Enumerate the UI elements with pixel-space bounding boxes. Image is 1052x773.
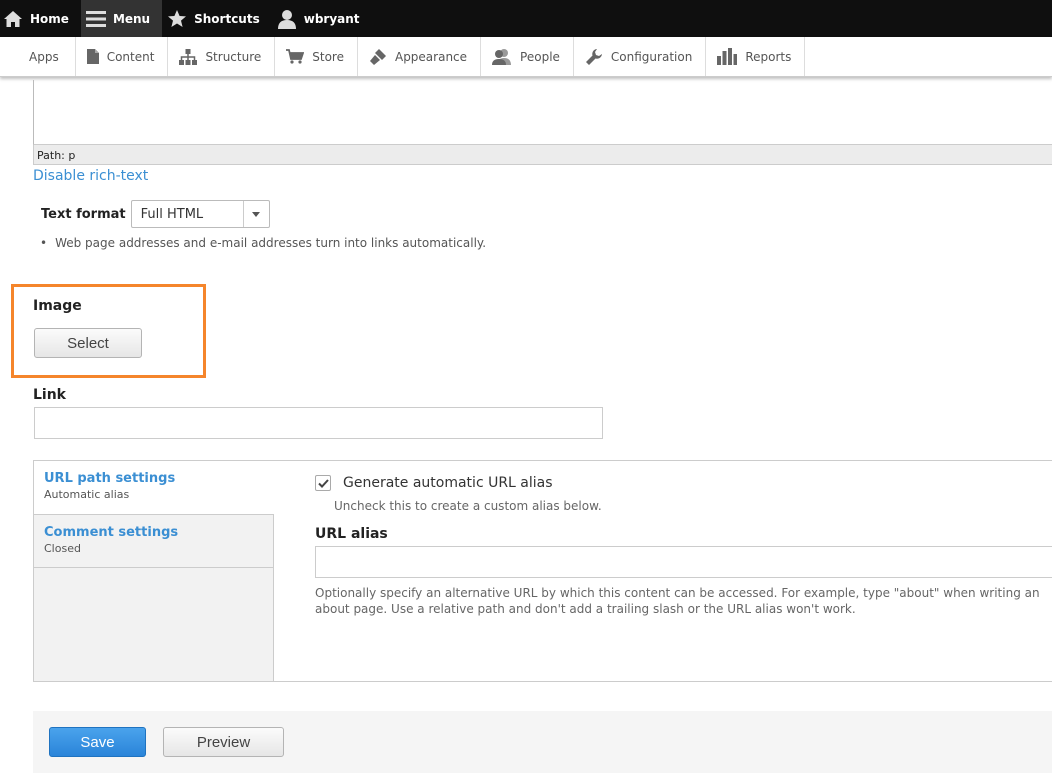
tab-title: URL path settings bbox=[44, 471, 176, 486]
toolbar-shortcuts-label: Shortcuts bbox=[194, 11, 260, 26]
toolbar-home-label: Home bbox=[30, 11, 69, 26]
tray-item-label: Content bbox=[106, 49, 155, 64]
tray-item-appearance[interactable]: Appearance bbox=[358, 37, 482, 76]
toolbar-menu[interactable]: Menu bbox=[80, 0, 163, 37]
tray-item-store[interactable]: Store bbox=[275, 37, 358, 76]
tray-item-content[interactable]: Content bbox=[76, 37, 169, 76]
tray-item-label: Reports bbox=[745, 49, 792, 64]
tab-summary: Automatic alias bbox=[44, 488, 130, 501]
tray-item-configuration[interactable]: Configuration bbox=[574, 37, 707, 76]
url-alias-description: Optionally specify an alternative URL by… bbox=[315, 586, 1040, 616]
save-button[interactable]: Save bbox=[49, 727, 146, 757]
tab-title: Comment settings bbox=[44, 525, 179, 540]
tray-item-apps[interactable]: Apps bbox=[0, 37, 76, 76]
url-path-settings-pane: Generate automatic URL alias Uncheck thi… bbox=[315, 475, 1052, 617]
chevron-down-icon bbox=[242, 201, 269, 227]
editor-path-bar: Path: p bbox=[33, 145, 1052, 165]
structure-icon bbox=[179, 48, 198, 65]
tab-comment-settings[interactable]: Comment settings Closed bbox=[34, 515, 273, 568]
text-format-value: Full HTML bbox=[140, 207, 204, 222]
text-format-row: Text format Full HTML bbox=[41, 200, 270, 228]
toolbar-user[interactable]: wbryant bbox=[272, 0, 372, 37]
tab-url-path-settings[interactable]: URL path settings Automatic alias bbox=[34, 461, 274, 515]
vertical-tab-list: URL path settings Automatic alias Commen… bbox=[34, 461, 274, 681]
user-icon bbox=[276, 8, 298, 30]
toolbar-user-label: wbryant bbox=[303, 11, 360, 26]
vertical-tabs: URL path settings Automatic alias Commen… bbox=[33, 460, 1052, 682]
document-icon bbox=[86, 49, 99, 64]
toolbar-shortcuts[interactable]: Shortcuts bbox=[162, 0, 272, 37]
tray-item-label: Structure bbox=[205, 49, 262, 64]
image-select-button[interactable]: Select bbox=[34, 328, 142, 358]
tray-item-label: Store bbox=[312, 49, 344, 64]
generate-alias-description: Uncheck this to create a custom alias be… bbox=[334, 499, 602, 513]
generate-alias-row: Generate automatic URL alias bbox=[315, 475, 1052, 491]
bar-chart-icon bbox=[717, 48, 738, 65]
paintbrush-icon bbox=[369, 48, 387, 66]
home-icon bbox=[2, 8, 24, 30]
generate-alias-checkbox[interactable] bbox=[315, 475, 331, 491]
star-icon bbox=[166, 8, 188, 30]
tray-item-label: People bbox=[520, 49, 560, 64]
link-input[interactable] bbox=[34, 407, 603, 439]
admin-tray: Apps Content Structure Store Appearance … bbox=[0, 37, 1052, 77]
tray-item-label: Apps bbox=[29, 49, 59, 64]
hamburger-icon bbox=[85, 8, 107, 30]
link-field-label: Link bbox=[33, 387, 66, 403]
cart-icon bbox=[286, 49, 305, 64]
text-format-tip: Web page addresses and e-mail addresses … bbox=[40, 236, 486, 250]
toolbar-home[interactable]: Home bbox=[0, 0, 81, 37]
url-alias-input[interactable] bbox=[315, 546, 1052, 578]
tray-item-label: Configuration bbox=[610, 49, 693, 64]
checkmark-icon bbox=[317, 478, 329, 488]
tray-item-people[interactable]: People bbox=[481, 37, 574, 76]
text-format-label: Text format bbox=[41, 206, 126, 222]
people-icon bbox=[492, 48, 512, 65]
preview-button[interactable]: Preview bbox=[163, 727, 284, 757]
url-alias-label: URL alias bbox=[315, 526, 388, 542]
disable-rich-text-link[interactable]: Disable rich-text bbox=[33, 168, 148, 184]
text-format-select[interactable]: Full HTML bbox=[130, 200, 270, 228]
form-actions: Save Preview bbox=[33, 711, 1052, 773]
tray-item-structure[interactable]: Structure bbox=[168, 37, 276, 76]
tab-summary: Closed bbox=[44, 542, 81, 555]
wrench-icon bbox=[585, 48, 603, 66]
image-field-label: Image bbox=[33, 298, 82, 314]
tray-item-label: Appearance bbox=[394, 49, 468, 64]
tray-item-reports[interactable]: Reports bbox=[706, 37, 806, 76]
toolbar-menu-label: Menu bbox=[112, 11, 151, 26]
rich-text-editor-body[interactable] bbox=[33, 80, 1052, 145]
admin-toolbar: Home Menu Shortcuts wbryant bbox=[0, 0, 1052, 37]
generate-alias-label[interactable]: Generate automatic URL alias bbox=[343, 475, 553, 491]
